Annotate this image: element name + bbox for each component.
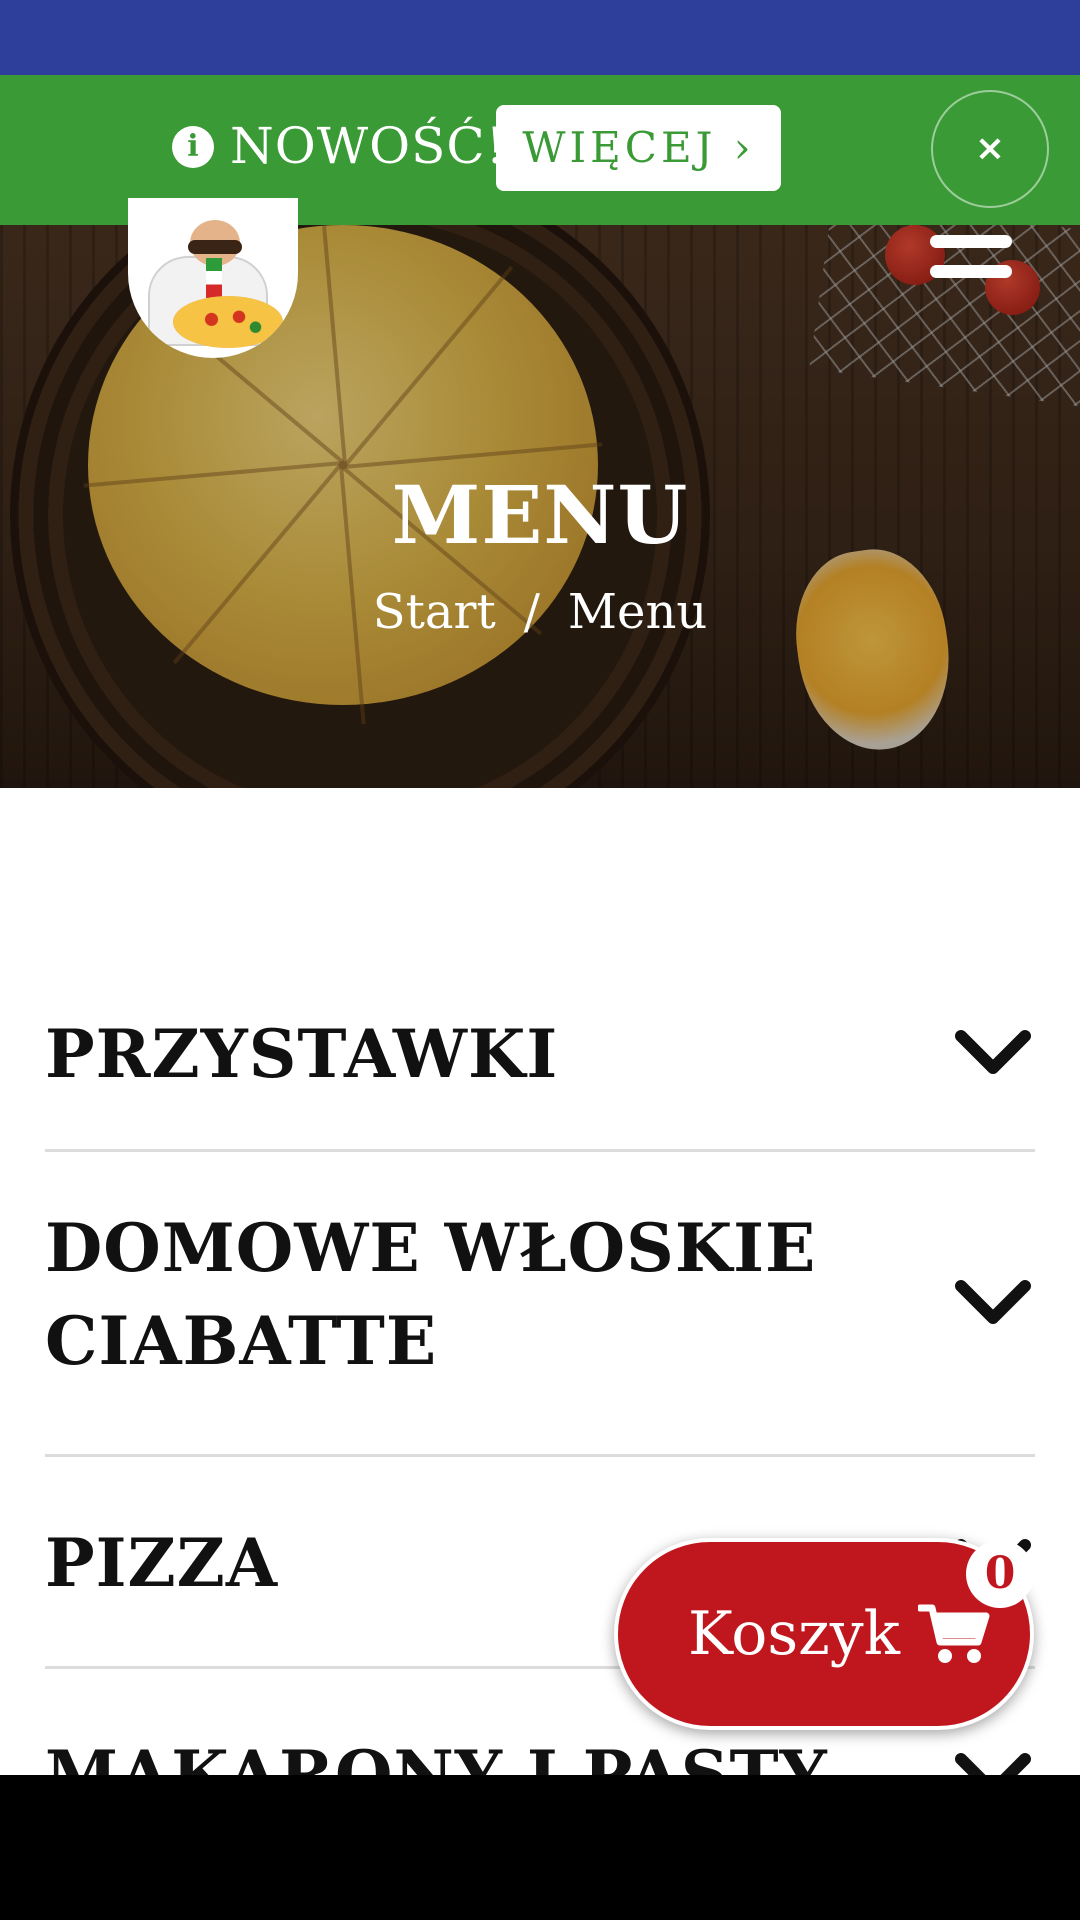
cart-icon <box>918 1604 990 1663</box>
more-button[interactable]: WIĘCEJ › <box>496 105 781 191</box>
cart-count-badge: 0 <box>966 1540 1034 1608</box>
status-bar <box>0 0 1080 75</box>
accordion-title: PRZYSTAWKI <box>45 1015 559 1093</box>
accordion-item-przystawki[interactable]: PRZYSTAWKI <box>45 990 1035 1152</box>
breadcrumb: Start / Menu <box>0 582 1080 642</box>
hamburger-icon[interactable] <box>930 235 1012 283</box>
accordion-title-line1: DOMOWE WŁOSKIE <box>45 1209 817 1287</box>
page-title: MENU <box>391 468 689 562</box>
info-icon: i <box>172 126 214 168</box>
accordion-title-line2: CIABATTE <box>45 1302 438 1380</box>
accordion-title: PIZZA <box>45 1524 279 1602</box>
close-promo-button[interactable]: × <box>931 90 1049 208</box>
cart-label: Koszyk <box>688 1599 900 1669</box>
accordion-item-ciabatte[interactable]: DOMOWE WŁOSKIE CIABATTE <box>45 1152 1035 1457</box>
breadcrumb-separator: / <box>523 584 540 640</box>
chevron-down-icon <box>955 1280 1031 1324</box>
chef-pizza-logo[interactable] <box>128 198 298 358</box>
system-nav-bar <box>0 1775 1080 1920</box>
chevron-down-icon <box>955 1030 1031 1074</box>
breadcrumb-current: Menu <box>567 584 708 640</box>
breadcrumb-start-link[interactable]: Start <box>373 584 496 640</box>
promo-text: NOWOŚĆ! <box>230 117 507 175</box>
